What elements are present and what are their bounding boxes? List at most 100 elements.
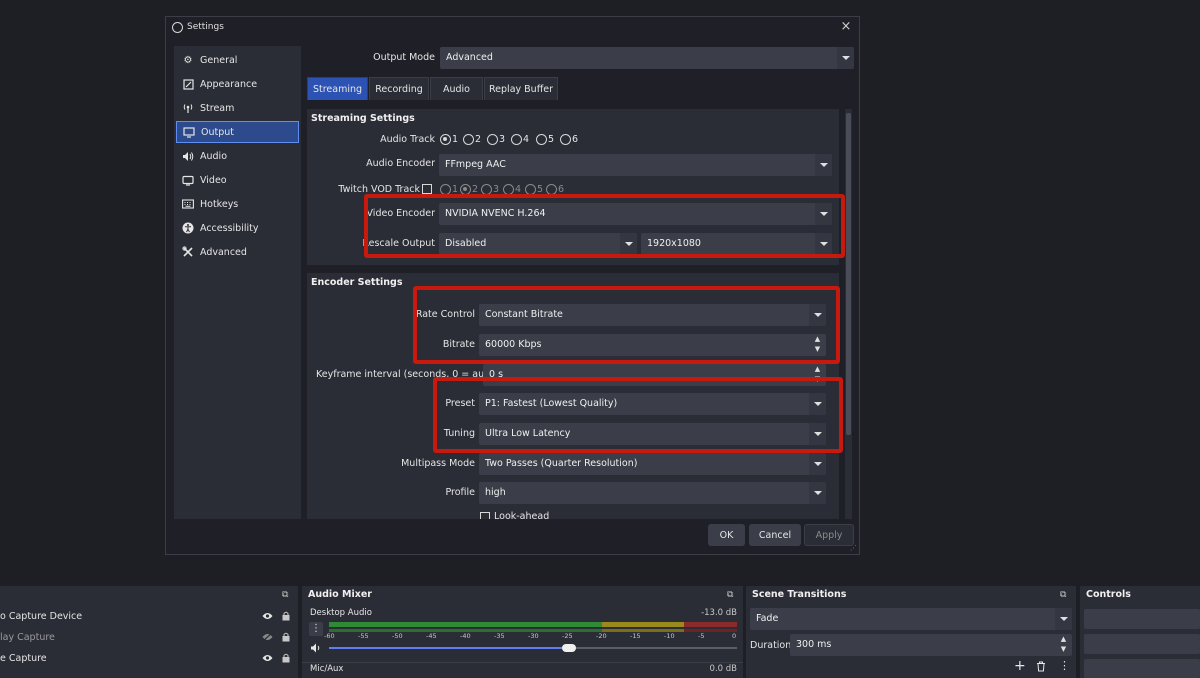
stream-icon bbox=[182, 102, 194, 114]
highlight-preset-tuning bbox=[433, 377, 843, 453]
output-mode-label: Output Mode bbox=[373, 52, 435, 63]
chevron-down-icon bbox=[1055, 608, 1072, 630]
settings-dialog: Settings × ⚙ General Appearance Stream O… bbox=[165, 16, 860, 555]
highlight-video-encoder bbox=[364, 194, 845, 258]
control-button[interactable] bbox=[1084, 659, 1200, 678]
multipass-label: Multipass Mode bbox=[401, 458, 475, 469]
audio-track-radio-3[interactable] bbox=[487, 134, 498, 145]
output-mode-select[interactable]: Advanced bbox=[440, 47, 854, 69]
dock-float-icon[interactable]: ⧉ bbox=[1060, 590, 1070, 600]
divider bbox=[302, 662, 743, 663]
lock-icon[interactable] bbox=[282, 611, 290, 621]
monitor-icon bbox=[182, 174, 194, 186]
channel-name: Desktop Audio bbox=[310, 608, 372, 618]
ok-button[interactable]: OK bbox=[708, 524, 745, 546]
channel-level: 0.0 dB bbox=[709, 664, 737, 674]
output-mode-value: Advanced bbox=[446, 52, 493, 63]
dock-float-icon[interactable]: ⧉ bbox=[727, 590, 737, 600]
twitch-vod-checkbox[interactable] bbox=[422, 184, 432, 194]
speaker-icon bbox=[182, 150, 194, 162]
lock-icon[interactable] bbox=[282, 653, 290, 663]
lookahead-checkbox[interactable] bbox=[480, 512, 490, 519]
more-options-icon[interactable]: ⋮ bbox=[1059, 659, 1070, 672]
audio-mixer-title: Audio Mixer bbox=[308, 589, 372, 600]
multipass-select[interactable]: Two Passes (Quarter Resolution) bbox=[479, 453, 826, 475]
sidebar-item-audio[interactable]: Audio bbox=[176, 145, 299, 167]
channel-level: -13.0 dB bbox=[701, 608, 737, 618]
trash-icon[interactable] bbox=[1036, 661, 1046, 672]
sidebar-item-appearance[interactable]: Appearance bbox=[176, 73, 299, 95]
scrollbar-thumb[interactable] bbox=[846, 113, 851, 435]
chevron-down-icon bbox=[815, 154, 832, 176]
close-icon[interactable]: × bbox=[839, 19, 853, 35]
sidebar-item-stream[interactable]: Stream bbox=[176, 97, 299, 119]
tab-recording[interactable]: Recording bbox=[369, 77, 429, 100]
settings-scrollbar[interactable] bbox=[845, 109, 852, 519]
duration-value: 300 ms bbox=[796, 639, 832, 650]
sidebar-item-hotkeys[interactable]: Hotkeys bbox=[176, 193, 299, 215]
sidebar-item-video[interactable]: Video bbox=[176, 169, 299, 191]
source-item[interactable]: e Capture bbox=[0, 648, 298, 669]
audio-track-label: Audio Track bbox=[380, 134, 435, 145]
apply-button[interactable]: Apply bbox=[804, 524, 854, 546]
sidebar-item-label: Video bbox=[200, 174, 227, 186]
audio-track-radio-6[interactable] bbox=[560, 134, 571, 145]
speaker-icon[interactable] bbox=[310, 643, 322, 653]
sidebar-item-label: Appearance bbox=[200, 78, 258, 90]
volume-slider-track[interactable] bbox=[329, 647, 737, 649]
control-button[interactable] bbox=[1084, 609, 1200, 629]
audio-mixer-dock: Audio Mixer ⧉ Desktop Audio -13.0 dB ⋮ -… bbox=[302, 586, 743, 678]
db-tick-label: -40 bbox=[460, 632, 471, 640]
title-bar: Settings × bbox=[166, 17, 859, 39]
sidebar-item-advanced[interactable]: Advanced bbox=[176, 241, 299, 263]
audio-track-radio-1[interactable] bbox=[440, 134, 451, 145]
lock-icon[interactable] bbox=[282, 632, 290, 642]
tools-icon bbox=[182, 246, 194, 258]
db-tick-label: -45 bbox=[426, 632, 437, 640]
duration-spinbox[interactable]: 300 ms ▲ ▼ bbox=[790, 634, 1072, 656]
audio-track-radio-5[interactable] bbox=[536, 134, 547, 145]
dock-float-icon[interactable]: ⧉ bbox=[282, 590, 292, 600]
db-tick-label: -30 bbox=[528, 632, 539, 640]
add-icon[interactable]: + bbox=[1014, 659, 1026, 673]
sidebar-item-general[interactable]: ⚙ General bbox=[176, 49, 299, 71]
eye-icon[interactable] bbox=[262, 612, 273, 620]
accessibility-icon bbox=[182, 222, 194, 234]
db-tick-label: -50 bbox=[392, 632, 403, 640]
transition-select[interactable]: Fade bbox=[750, 608, 1072, 630]
channel-name: Mic/Aux bbox=[310, 664, 344, 674]
db-tick-label: -20 bbox=[596, 632, 607, 640]
duration-label: Duration bbox=[750, 640, 792, 651]
eye-icon[interactable] bbox=[262, 654, 273, 662]
more-options-icon[interactable]: ⋮ bbox=[309, 622, 323, 636]
scene-transitions-title: Scene Transitions bbox=[752, 589, 847, 600]
volume-slider-handle[interactable] bbox=[562, 644, 576, 652]
lookahead-label: Look-ahead bbox=[494, 511, 550, 519]
audio-track-radio-4[interactable] bbox=[511, 134, 522, 145]
sidebar-item-output[interactable]: Output bbox=[176, 121, 299, 143]
output-icon bbox=[183, 126, 195, 138]
audio-encoder-select[interactable]: FFmpeg AAC bbox=[439, 154, 832, 176]
audio-encoder-label: Audio Encoder bbox=[366, 158, 435, 169]
control-button[interactable] bbox=[1084, 634, 1200, 654]
source-label: e Capture bbox=[0, 653, 47, 664]
sidebar-item-label: Stream bbox=[200, 102, 235, 114]
spin-arrows-icon[interactable]: ▲ ▼ bbox=[1055, 634, 1072, 656]
tab-replay-buffer[interactable]: Replay Buffer bbox=[484, 77, 558, 100]
db-tick-label: -10 bbox=[664, 632, 675, 640]
tab-streaming[interactable]: Streaming bbox=[307, 77, 368, 100]
tab-audio[interactable]: Audio bbox=[430, 77, 483, 100]
cancel-button[interactable]: Cancel bbox=[749, 524, 801, 546]
resize-grip-icon[interactable]: ⋰ bbox=[850, 544, 857, 552]
eye-hidden-icon[interactable] bbox=[262, 633, 273, 641]
controls-dock: Controls bbox=[1080, 586, 1200, 678]
sidebar-item-accessibility[interactable]: Accessibility bbox=[176, 217, 299, 239]
chevron-down-icon bbox=[837, 47, 854, 69]
profile-select[interactable]: high bbox=[479, 482, 826, 504]
scene-transitions-dock: Scene Transitions ⧉ Fade Duration 300 ms… bbox=[746, 586, 1076, 678]
source-item[interactable]: lay Capture bbox=[0, 627, 298, 648]
source-item[interactable]: o Capture Device bbox=[0, 606, 298, 627]
audio-track-radio-2[interactable] bbox=[463, 134, 474, 145]
sources-dock: ⧉ o Capture Device lay Capture e Capture bbox=[0, 586, 298, 678]
db-tick-label: -15 bbox=[630, 632, 641, 640]
